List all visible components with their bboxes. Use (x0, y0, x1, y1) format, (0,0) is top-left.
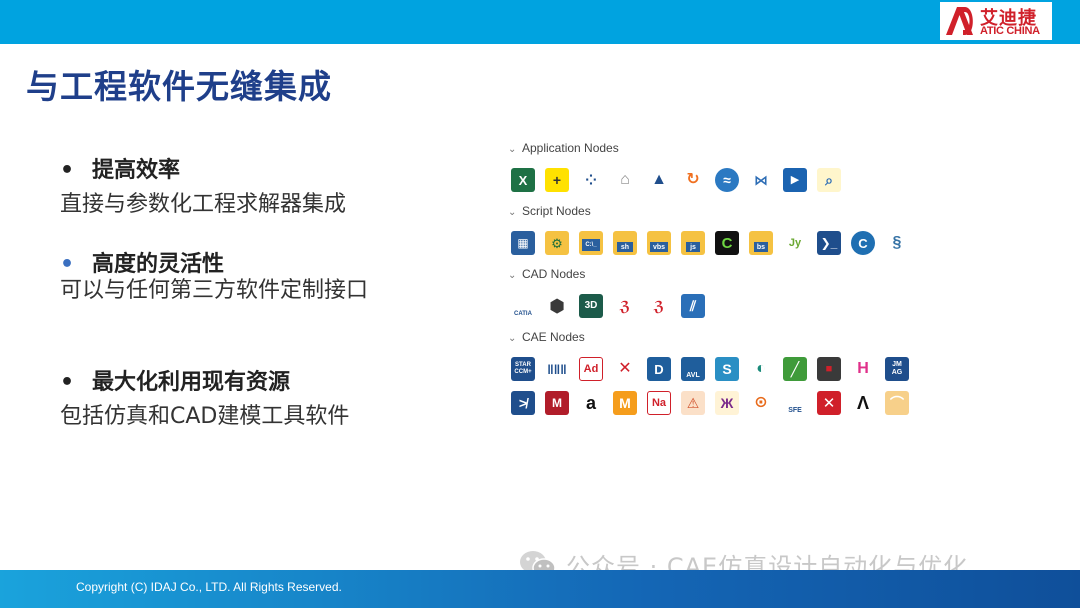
section-application-nodes[interactable]: ⌄ Application Nodes (508, 141, 619, 155)
slash-icon[interactable]: ╱ (783, 357, 807, 381)
sfe-icon[interactable]: SFE (783, 391, 807, 415)
x-icon[interactable]: ✕ (613, 357, 637, 381)
gear-doc-icon[interactable]: ⚙ (545, 231, 569, 255)
calculator-icon[interactable]: ▦ (511, 231, 535, 255)
play-icon[interactable]: ▶ (783, 168, 807, 192)
chevron-down-icon: ⌄ (508, 207, 517, 218)
bullet-item: • 提高效率 直接与参数化工程求解器集成 (60, 152, 346, 218)
arrow-up-icon[interactable]: ▲ (647, 168, 671, 192)
slide-title: 与工程软件无缝集成 (26, 67, 332, 106)
avl-icon[interactable]: AVL (681, 357, 705, 381)
tri-icon[interactable]: ⚠ (681, 391, 705, 415)
logo-mark-icon (946, 7, 973, 35)
jmag-icon[interactable]: JM AG (885, 357, 909, 381)
wave-icon[interactable]: ⌒ (885, 391, 909, 415)
section-label: Script Nodes (522, 204, 591, 218)
mx-icon[interactable]: M (545, 391, 569, 415)
bullet-description: 包括仿真和CAD建模工具软件 (60, 404, 350, 429)
bullet-heading: 最大化利用现有资源 (92, 370, 291, 395)
copyright-text: Copyright (C) IDAJ Co., LTD. All Rights … (76, 580, 342, 594)
refresh-icon[interactable]: ↻ (681, 168, 705, 192)
kink-icon[interactable]: ≯ (511, 391, 535, 415)
bullet-item: • 最大化利用现有资源 包括仿真和CAD建模工具软件 (60, 364, 349, 430)
section-label: CAD Nodes (522, 267, 586, 281)
3d-icon[interactable]: 3D (579, 294, 603, 318)
vbs-icon[interactable]: vbs (647, 231, 671, 255)
a-icon[interactable]: a (579, 391, 603, 415)
logo-en-text: ATIC CHINA (980, 25, 1040, 37)
chevron-down-icon: ⌄ (508, 333, 517, 344)
bs-icon[interactable]: bs (749, 231, 773, 255)
bullet-marker: • (60, 370, 75, 395)
house-icon[interactable]: ⌂ (613, 168, 637, 192)
starccm-icon[interactable]: STAR CCM+ (511, 357, 535, 381)
chevron-down-icon: ⌄ (508, 270, 517, 281)
section-cae-nodes[interactable]: ⌄ CAE Nodes (508, 330, 585, 344)
catia-icon[interactable]: CATIA (511, 294, 535, 318)
network-icon[interactable]: ⋈ (749, 168, 773, 192)
solidworks-alt-icon[interactable]: ℨ (647, 294, 671, 318)
company-logo: 艾迪捷 ATIC CHINA (940, 2, 1052, 40)
swirl2-icon[interactable]: ◐ (749, 357, 773, 381)
bullet-marker: • (60, 158, 75, 183)
footer-bar: Copyright (C) IDAJ Co., LTD. All Rights … (0, 570, 1080, 608)
abaqus-icon[interactable]: ǁǁǁ (545, 357, 569, 381)
js-icon[interactable]: js (681, 231, 705, 255)
section-cad-nodes[interactable]: ⌄ CAD Nodes (508, 267, 585, 281)
excel-icon[interactable]: X (511, 168, 535, 192)
section-label: CAE Nodes (522, 330, 585, 344)
lambda-icon[interactable]: Λ (851, 391, 875, 415)
python-icon[interactable]: § (885, 231, 909, 255)
h-icon[interactable]: H (851, 357, 875, 381)
swirl-icon[interactable]: ≈ (715, 168, 739, 192)
jy-icon[interactable]: Jy (783, 231, 807, 255)
cube-icon[interactable]: ⬢ (545, 294, 569, 318)
cmd-icon[interactable]: C:\_ (579, 231, 603, 255)
c-sharp-icon[interactable]: C (851, 231, 875, 255)
moth-icon[interactable]: Ж (715, 391, 739, 415)
adams-icon[interactable]: Ad (579, 357, 603, 381)
bullet-heading: 提高效率 (92, 158, 181, 183)
section-label: Application Nodes (522, 141, 619, 155)
s-icon[interactable]: S (715, 357, 739, 381)
plus-arrow-icon[interactable]: + (545, 168, 569, 192)
powershell-icon[interactable]: ❯_ (817, 231, 841, 255)
c-icon[interactable]: C (715, 231, 739, 255)
section-script-nodes[interactable]: ⌄ Script Nodes (508, 204, 591, 218)
top-bar: 艾迪捷 ATIC CHINA (0, 0, 1080, 44)
bullet-description: 可以与任何第三方软件定制接口 (60, 278, 369, 303)
na-icon[interactable]: Na (647, 391, 671, 415)
solidworks-icon[interactable]: ℨ (613, 294, 637, 318)
dots-icon[interactable]: ⁘ (579, 168, 603, 192)
m-icon[interactable]: M (613, 391, 637, 415)
chevron-down-icon: ⌄ (508, 144, 517, 155)
xred-icon[interactable]: ✕ (817, 391, 841, 415)
square-icon[interactable]: ■ (817, 357, 841, 381)
bullet-description: 直接与参数化工程求解器集成 (60, 192, 347, 217)
gs-icon[interactable]: ⊙ (749, 391, 773, 415)
sketch-icon[interactable]: ⫽ (681, 294, 705, 318)
search-chart-icon[interactable]: ⌕ (817, 168, 841, 192)
d-icon[interactable]: D (647, 357, 671, 381)
sh-icon[interactable]: sh (613, 231, 637, 255)
bullet-item: • 高度的灵活性 可以与任何第三方软件定制接口 (60, 246, 368, 304)
